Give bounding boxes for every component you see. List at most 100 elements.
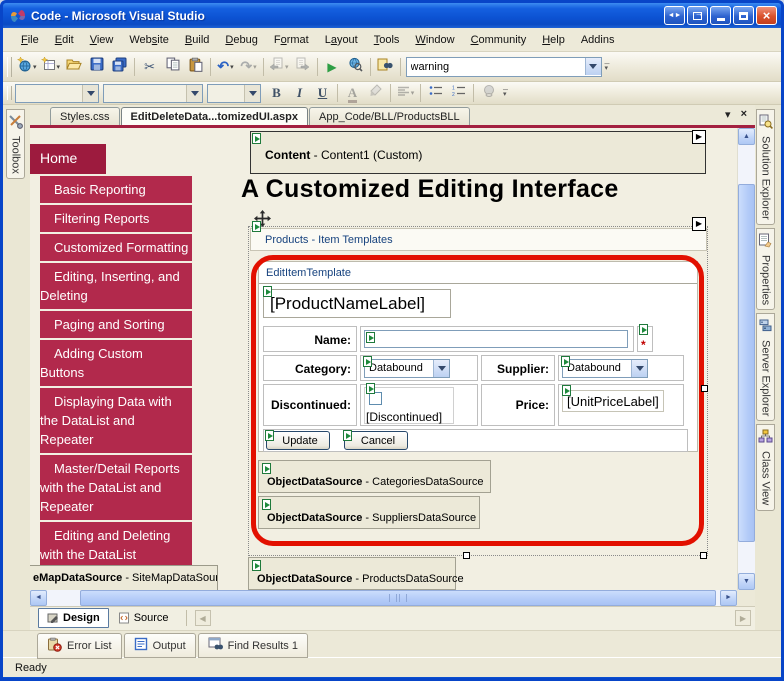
sidebar-tab-properties[interactable]: Properties xyxy=(756,228,775,310)
scroll-right-icon[interactable]: ► xyxy=(720,590,737,606)
float-window-button[interactable] xyxy=(687,6,708,25)
italic-button[interactable]: I xyxy=(288,82,311,105)
menu-file[interactable]: File xyxy=(13,31,47,49)
vertical-scrollbar[interactable]: ▲ ▼ xyxy=(737,128,755,590)
nav-item-displaying-data[interactable]: Displaying Data with the DataList and Re… xyxy=(40,388,192,453)
smart-tag-icon[interactable] xyxy=(262,463,271,474)
datalist-header[interactable]: Products - Item Templates xyxy=(250,228,707,251)
numbered-list-button[interactable]: 12 xyxy=(447,82,470,105)
smart-tag-icon[interactable] xyxy=(562,385,571,396)
sidebar-tab-server-explorer[interactable]: Server Explorer xyxy=(756,313,775,421)
smart-tasks-arrow-button[interactable]: ▶ xyxy=(692,130,706,144)
nav-item-customized-formatting[interactable]: Customized Formatting xyxy=(40,234,192,261)
smart-tag-icon[interactable] xyxy=(252,560,261,571)
nav-item-filtering-reports[interactable]: Filtering Reports xyxy=(40,205,192,232)
resize-handle[interactable] xyxy=(700,552,707,559)
menu-help[interactable]: Help xyxy=(534,31,573,49)
nav-item-editing-and[interactable]: Editing and Deleting with the DataList xyxy=(40,522,192,568)
update-button[interactable]: Update xyxy=(266,431,330,450)
menu-addins[interactable]: Addins xyxy=(573,31,623,49)
font-combobox[interactable] xyxy=(103,84,203,103)
bold-button[interactable]: B xyxy=(265,82,288,105)
view-in-browser-button[interactable] xyxy=(344,55,367,78)
scroll-up-icon[interactable]: ▲ xyxy=(738,128,755,145)
underline-button[interactable]: U xyxy=(311,82,334,105)
bullet-list-button[interactable] xyxy=(424,82,447,105)
sitemap-datasource-box[interactable]: eMapDataSource - SiteMapDataSource1 xyxy=(30,565,218,590)
document-tab[interactable]: EditDeleteData...tomizedUI.aspx xyxy=(121,107,309,125)
sidebar-tab-class-view[interactable]: Class View xyxy=(756,424,775,510)
search-input[interactable] xyxy=(407,61,585,73)
sidebar-tab-toolbox[interactable]: Toolbox xyxy=(6,109,25,179)
tab-list-dropdown-icon[interactable]: ▾ xyxy=(725,108,731,121)
chevron-down-icon[interactable] xyxy=(82,85,98,102)
search-combobox[interactable] xyxy=(406,57,602,77)
category-dropdown[interactable]: Databound xyxy=(364,359,450,378)
sidebar-tab-solution-explorer[interactable]: Solution Explorer xyxy=(756,109,775,225)
copy-button[interactable] xyxy=(161,55,184,78)
save-button[interactable] xyxy=(85,55,108,78)
smart-tasks-arrow-button[interactable]: ▶ xyxy=(692,217,706,231)
undo-button[interactable]: ↶▾ xyxy=(214,55,237,78)
chevron-down-icon[interactable] xyxy=(631,360,647,377)
nav-item-editing-inserting[interactable]: Editing, Inserting, and Deleting xyxy=(40,263,192,309)
panel-tab-error-list[interactable]: Error List xyxy=(37,633,122,659)
smart-tag-icon[interactable] xyxy=(265,430,274,441)
find-in-files-button[interactable] xyxy=(374,55,397,78)
chevron-down-icon[interactable] xyxy=(433,360,449,377)
scroll-left-icon[interactable]: ◄ xyxy=(30,590,47,606)
start-debug-button[interactable]: ▶ xyxy=(321,55,344,78)
smart-tag-icon[interactable] xyxy=(639,324,648,335)
document-tab[interactable]: App_Code/BLL/ProductsBLL xyxy=(309,107,470,125)
product-name-label-control[interactable]: [ProductNameLabel] xyxy=(263,289,451,318)
tab-scroll-right-icon[interactable]: ▶ xyxy=(735,610,751,626)
smart-tag-icon[interactable] xyxy=(262,499,271,510)
required-validator-cell[interactable]: * xyxy=(637,326,653,352)
supplier-dropdown[interactable]: Databound xyxy=(562,359,648,378)
panel-tab-output[interactable]: Output xyxy=(124,633,196,658)
design-view-button[interactable]: Design xyxy=(38,608,109,628)
smart-tag-icon[interactable] xyxy=(263,286,272,297)
menu-build[interactable]: Build xyxy=(177,31,217,49)
smart-tag-icon[interactable] xyxy=(366,383,375,394)
add-new-item-button[interactable]: ▾ xyxy=(39,55,63,78)
toolbar-overflow-icon[interactable]: ─▾ xyxy=(503,89,508,97)
source-view-button[interactable]: Source xyxy=(109,608,178,628)
menu-edit[interactable]: Edit xyxy=(47,31,82,49)
menu-debug[interactable]: Debug xyxy=(217,31,265,49)
dock-arrows-button[interactable]: ◄► xyxy=(664,6,685,25)
tab-scroll-left-icon[interactable]: ◀ xyxy=(195,610,211,626)
nav-item-adding-custom[interactable]: Adding Custom Buttons xyxy=(40,340,192,386)
save-all-button[interactable] xyxy=(108,55,131,78)
products-datasource-box[interactable]: ObjectDataSource - ProductsDataSource xyxy=(248,557,456,590)
vertical-scroll-thumb[interactable] xyxy=(738,184,755,542)
nav-home-tab[interactable]: Home xyxy=(30,144,106,174)
smart-tag-icon[interactable] xyxy=(561,356,570,367)
chevron-down-icon[interactable] xyxy=(244,85,260,102)
menu-website[interactable]: Website xyxy=(121,31,177,49)
categories-datasource-box[interactable]: ObjectDataSource - CategoriesDataSource xyxy=(258,460,491,493)
menu-format[interactable]: Format xyxy=(266,31,317,49)
chevron-down-icon[interactable] xyxy=(585,58,601,75)
menu-tools[interactable]: Tools xyxy=(366,31,408,49)
smart-tag-icon[interactable] xyxy=(252,133,261,144)
smart-tag-icon[interactable] xyxy=(252,221,261,232)
scroll-down-icon[interactable]: ▼ xyxy=(738,573,755,590)
unit-price-label-control[interactable]: [UnitPriceLabel] xyxy=(562,390,664,412)
toolbar-grip[interactable] xyxy=(7,86,12,100)
close-button[interactable]: × xyxy=(756,6,777,25)
suppliers-datasource-box[interactable]: ObjectDataSource - SuppliersDataSource xyxy=(258,496,480,529)
content-placeholder-header[interactable]: Content - Content1 (Custom) xyxy=(250,131,706,174)
nav-item-basic-reporting[interactable]: Basic Reporting xyxy=(40,176,192,203)
toolbar-grip[interactable] xyxy=(7,57,12,77)
smart-tag-icon[interactable] xyxy=(366,332,375,343)
horizontal-scrollbar[interactable]: ◄ ► xyxy=(30,590,737,606)
size-combobox[interactable] xyxy=(207,84,261,103)
smart-tag-icon[interactable] xyxy=(363,356,372,367)
open-file-button[interactable] xyxy=(62,55,85,78)
cut-button[interactable]: ✂ xyxy=(138,55,161,78)
paste-button[interactable] xyxy=(184,55,207,78)
resize-handle[interactable] xyxy=(701,385,708,392)
new-website-button[interactable]: ▾ xyxy=(15,55,39,78)
menu-layout[interactable]: Layout xyxy=(317,31,366,49)
